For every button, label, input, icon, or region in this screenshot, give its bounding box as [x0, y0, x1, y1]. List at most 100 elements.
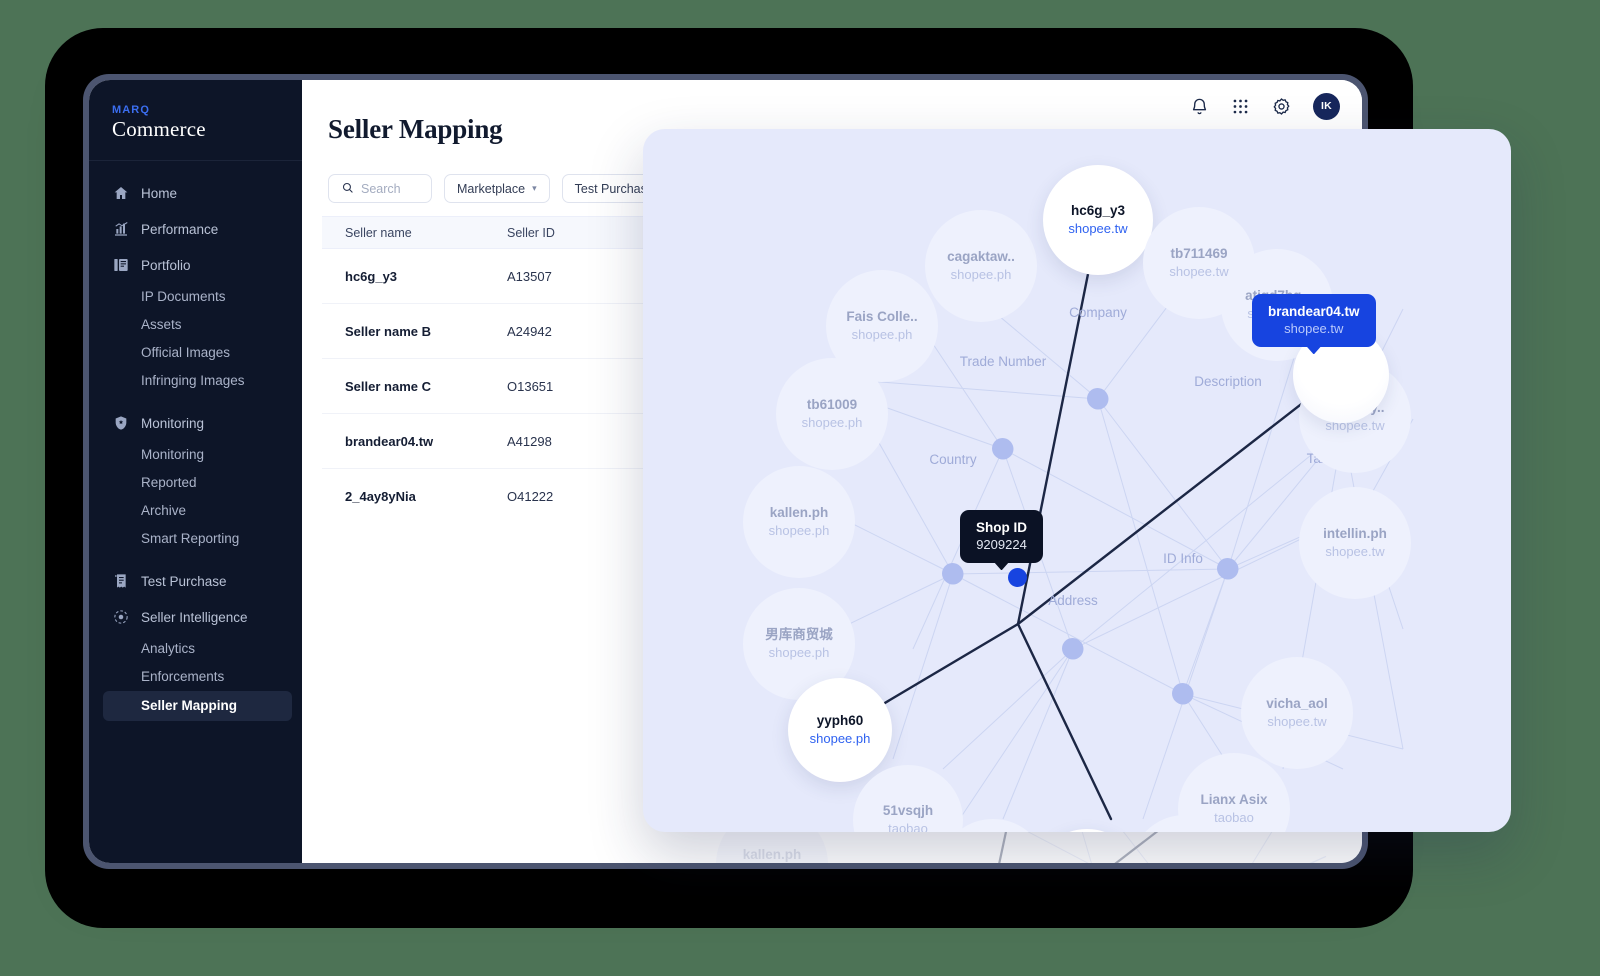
- page-title: Seller Mapping: [328, 114, 503, 144]
- sidebar-item-official-images[interactable]: Official Images: [89, 339, 302, 367]
- node-market: shopee.tw: [1267, 713, 1327, 729]
- node-name: hc6g_y3: [1070, 203, 1126, 219]
- sidebar-item-reported[interactable]: Reported: [89, 469, 302, 497]
- search-placeholder: Search: [361, 181, 401, 196]
- sidebar-item-label: Home: [141, 185, 178, 201]
- cell-seller-name: Seller name B: [345, 323, 431, 339]
- sidebar-item-label: Test Purchase: [141, 573, 227, 589]
- portfolio-icon: [112, 257, 129, 274]
- attr-label-country: Country: [929, 452, 977, 467]
- cell-seller-name: 2_4ay8yNia: [345, 489, 416, 504]
- apps-grid-icon[interactable]: [1231, 97, 1250, 116]
- sidebar-item-monitoring-group[interactable]: Monitoring: [89, 405, 302, 441]
- sidebar-item-analytics[interactable]: Analytics: [89, 635, 302, 663]
- sidebar-item-seller-intelligence[interactable]: Seller Intelligence: [89, 599, 302, 635]
- shop-id-value: 9209224: [976, 536, 1027, 552]
- attr-dot-id-info[interactable]: [1172, 683, 1193, 704]
- graph-node-tb61009[interactable]: tb61009 shopee.ph: [776, 358, 888, 470]
- cell-seller-name: brandear04.tw: [345, 433, 434, 449]
- sidebar-item-performance[interactable]: Performance: [89, 211, 302, 247]
- sidebar-item-monitoring[interactable]: Monitoring: [89, 441, 302, 469]
- graph-node-kallen-ph[interactable]: kallen.ph shopee.ph: [743, 466, 855, 578]
- node-name: Lianx Asix: [1200, 792, 1268, 808]
- target-icon: [112, 609, 129, 626]
- cell-seller-name: hc6g_y3: [345, 268, 398, 284]
- graph-node-vicha-aol[interactable]: vicha_aol shopee.tw: [1241, 657, 1353, 769]
- receipt-icon: [112, 573, 129, 590]
- node-market: taobao: [888, 820, 928, 832]
- attr-dot-trade-number[interactable]: [992, 438, 1013, 459]
- node-market: shopee.ph: [851, 326, 913, 342]
- node-market: shopee.ph: [950, 266, 1012, 282]
- attr-label-address: Address: [1048, 593, 1098, 608]
- node-name: 51vsqjh: [882, 803, 934, 819]
- brand-commerce: Commerce: [112, 117, 206, 141]
- node-name: tb711469: [1170, 246, 1228, 262]
- sidebar-item-label: Seller Intelligence: [141, 609, 248, 625]
- node-name: vicha_aol: [1266, 696, 1328, 712]
- attr-label-company: Company: [1069, 305, 1127, 320]
- brandear04-tooltip[interactable]: brandear04.tw shopee.tw: [1252, 294, 1376, 355]
- cell-seller-name: Seller name C: [345, 378, 431, 394]
- node-market: shopee.ph: [801, 414, 863, 430]
- sidebar-item-test-purchase[interactable]: Test Purchase: [89, 563, 302, 599]
- graph-node-hc6g-y3[interactable]: hc6g_y3 shopee.tw: [1043, 165, 1153, 275]
- node-name: 男库商贸城: [765, 627, 833, 643]
- shop-id-title: Shop ID: [976, 520, 1027, 535]
- sidebar-item-home[interactable]: Home: [89, 175, 302, 211]
- brand-logo[interactable]: MARQ Commerce: [89, 80, 302, 161]
- shop-id-center-node[interactable]: [1008, 568, 1027, 587]
- node-market: shopee.tw: [1169, 263, 1229, 279]
- sidebar-item-portfolio[interactable]: Portfolio: [89, 247, 302, 283]
- home-icon: [112, 185, 129, 202]
- node-name: yyph60: [816, 713, 864, 729]
- settings-icon[interactable]: [1272, 97, 1291, 116]
- graph-node-intellin-ph[interactable]: intellin.ph shopee.tw: [1299, 487, 1411, 599]
- bg-node-name: kallen.ph: [742, 847, 802, 863]
- sidebar-item-enforcements[interactable]: Enforcements: [89, 663, 302, 691]
- sidebar-item-archive[interactable]: Archive: [89, 497, 302, 525]
- chart-icon: [112, 221, 129, 238]
- sidebar-item-infringing-images[interactable]: Infringing Images: [89, 367, 302, 395]
- seller-graph-panel[interactable]: Company Trade Number Description Country…: [643, 129, 1511, 832]
- search-icon: [341, 181, 354, 197]
- brand-marq: MARQ: [112, 104, 151, 116]
- attr-dot-description[interactable]: [1217, 558, 1238, 579]
- screenshot-stage: MARQ Commerce Home Performance Portfolio…: [0, 0, 1600, 976]
- marketplace-dropdown[interactable]: Marketplace ▾: [444, 174, 550, 203]
- sidebar-item-assets[interactable]: Assets: [89, 311, 302, 339]
- chevron-down-icon: ▾: [532, 183, 537, 193]
- node-market: shopee.ph: [809, 730, 871, 746]
- sidebar: MARQ Commerce Home Performance Portfolio…: [89, 80, 302, 863]
- node-market: shopee.ph: [768, 522, 830, 538]
- attr-dot-country[interactable]: [942, 563, 963, 584]
- node-market: shopee.ph: [768, 644, 830, 660]
- sidebar-item-smart-reporting[interactable]: Smart Reporting: [89, 525, 302, 553]
- node-name: kallen.ph: [769, 505, 829, 521]
- sidebar-item-seller-mapping[interactable]: Seller Mapping: [103, 691, 292, 721]
- shop-id-tooltip[interactable]: Shop ID 9209224: [960, 510, 1043, 571]
- graph-node-yyph60[interactable]: yyph60 shopee.ph: [788, 678, 892, 782]
- attr-dot-address[interactable]: [1062, 638, 1083, 659]
- marketplace-label: Marketplace: [457, 181, 526, 196]
- tooltip-subtitle: shopee.tw: [1284, 320, 1344, 336]
- node-market: shopee.tw: [1325, 543, 1385, 559]
- filter-bar: Search Marketplace ▾ Test Purchased ▾: [328, 174, 686, 203]
- attr-label-description: Description: [1194, 374, 1262, 389]
- sidebar-item-label: Performance: [141, 221, 219, 237]
- notifications-icon[interactable]: [1190, 97, 1209, 116]
- sidebar-item-ip-documents[interactable]: IP Documents: [89, 283, 302, 311]
- graph-node-cagaktaw[interactable]: cagaktaw.. shopee.ph: [925, 210, 1037, 322]
- tooltip-title: brandear04.tw: [1268, 304, 1360, 319]
- avatar[interactable]: IK: [1313, 92, 1340, 120]
- sidebar-item-label: Monitoring: [141, 415, 205, 431]
- node-market: taobao: [1214, 809, 1254, 825]
- attr-label-trade-number: Trade Number: [959, 354, 1047, 369]
- column-header-seller-name: Seller name: [345, 225, 412, 240]
- node-name: Fais Colle..: [846, 309, 918, 325]
- search-input[interactable]: Search: [328, 174, 432, 203]
- attr-dot-company[interactable]: [1087, 388, 1108, 409]
- sidebar-nav: Home Performance Portfolio IP Documents …: [89, 161, 302, 721]
